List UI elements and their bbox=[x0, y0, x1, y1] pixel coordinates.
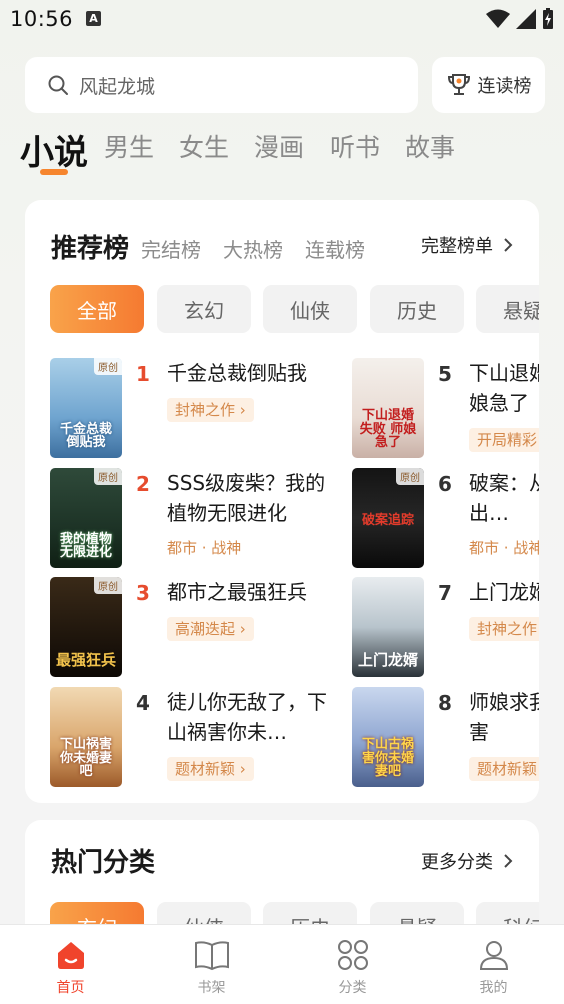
book-item[interactable]: 下山退婚失败 师娘急了 5 下山退婚失败，师娘急了 开局精彩 › bbox=[352, 358, 539, 458]
original-badge: 原创 bbox=[94, 358, 122, 375]
nav-profile-label: 我的 bbox=[479, 980, 508, 996]
book-item[interactable]: 下山祸害你未婚妻吧 4 徒儿你无敌了，下山祸害你未… 题材新颖 › bbox=[50, 687, 350, 787]
hot-categories-title: 热门分类 bbox=[51, 848, 156, 878]
book-tag: 高潮迭起 › bbox=[167, 617, 254, 641]
nav-profile[interactable]: 我的 bbox=[423, 925, 564, 1004]
book-tag-label: 题材新颖 bbox=[477, 760, 538, 778]
status-icons bbox=[486, 8, 554, 30]
search-input[interactable]: 风起龙城 bbox=[25, 57, 418, 113]
book-tag: 封神之作 › bbox=[469, 617, 539, 641]
book-tag-label: 封神之作 bbox=[477, 620, 538, 638]
tab-male[interactable]: 男生 bbox=[104, 128, 154, 164]
book-cover: 原创 破案追踪 bbox=[352, 468, 424, 568]
nav-bookshelf[interactable]: 书架 bbox=[141, 925, 282, 1004]
book-title: SSS级废柴？我的植物无限进化 bbox=[167, 471, 326, 525]
original-badge: 原创 bbox=[94, 577, 122, 594]
cover-title: 最强狂兵 bbox=[55, 651, 116, 670]
original-badge: 原创 bbox=[396, 468, 424, 485]
tab-underline bbox=[40, 169, 68, 175]
cover-title: 下山古祸害你未婚妻吧 bbox=[361, 737, 414, 780]
status-bar: 10:56 A bbox=[0, 0, 564, 40]
book-list: 原创 千金总裁倒贴我 1 千金总裁倒贴我 封神之作 › 原创 我的植物无限进化 … bbox=[25, 200, 539, 803]
rank-number: 8 bbox=[438, 691, 452, 715]
rank-number: 1 bbox=[136, 362, 150, 386]
tab-novel[interactable]: 小说 bbox=[20, 125, 88, 174]
book-title: 破案：从市井捞出… bbox=[469, 471, 539, 525]
book-tag-label: 题材新颖 bbox=[175, 760, 236, 778]
book-tag-label: 高潮迭起 bbox=[175, 620, 236, 638]
cover-title: 上门龙婿 bbox=[357, 651, 418, 670]
tab-comic[interactable]: 漫画 bbox=[254, 128, 304, 164]
chevron-right-icon bbox=[504, 854, 513, 868]
book-item[interactable]: 上门龙婿 7 上门龙婿 封神之作 › bbox=[352, 577, 539, 677]
hot-categories-card: 热门分类 更多分类 玄幻 仙侠 历史 悬疑 科幻 bbox=[25, 820, 539, 940]
book-icon bbox=[194, 941, 229, 971]
nav-category[interactable]: 分类 bbox=[282, 925, 423, 1004]
recommend-card: 推荐榜 完结榜 大热榜 连载榜 完整榜单 全部 玄幻 仙侠 历史 悬疑 原创 千… bbox=[25, 200, 539, 803]
rank-number: 2 bbox=[136, 472, 150, 496]
profile-icon bbox=[479, 941, 508, 970]
nav-home-label: 首页 bbox=[56, 980, 85, 996]
book-title: 千金总裁倒贴我 bbox=[167, 361, 307, 385]
book-cover: 上门龙婿 bbox=[352, 577, 424, 677]
rank-number: 7 bbox=[438, 581, 452, 605]
more-categories-link[interactable]: 更多分类 bbox=[421, 848, 513, 874]
search-icon bbox=[48, 75, 68, 95]
book-item[interactable]: 原创 我的植物无限进化 2 SSS级废柴？我的植物无限进化 都市 · 战神 bbox=[50, 468, 350, 568]
book-cover: 下山退婚失败 师娘急了 bbox=[352, 358, 424, 458]
book-cover: 下山祸害你未婚妻吧 bbox=[50, 687, 122, 787]
notification-icon: A bbox=[86, 11, 101, 26]
book-title: 徒儿你无敌了，下山祸害你未… bbox=[167, 690, 327, 744]
book-tag-label: 封神之作 bbox=[175, 401, 236, 419]
tab-story[interactable]: 故事 bbox=[405, 128, 455, 164]
cover-title: 破案追踪 bbox=[361, 513, 414, 529]
status-time: 10:56 bbox=[10, 7, 74, 31]
book-title: 都市之最强狂兵 bbox=[167, 580, 307, 604]
nav-home[interactable]: 首页 bbox=[0, 925, 141, 1004]
book-item[interactable]: 原创 千金总裁倒贴我 1 千金总裁倒贴我 封神之作 › bbox=[50, 358, 350, 458]
rank-number: 3 bbox=[136, 581, 150, 605]
battery-icon bbox=[543, 8, 553, 29]
book-title: 下山退婚失败，师娘急了 bbox=[469, 361, 539, 415]
book-title: 上门龙婿 bbox=[469, 580, 539, 604]
cover-title: 下山退婚失败 师娘急了 bbox=[359, 408, 417, 451]
book-tag: 题材新颖 › bbox=[469, 757, 539, 781]
rank-number: 6 bbox=[438, 472, 452, 496]
search-placeholder: 风起龙城 bbox=[79, 75, 156, 98]
cover-title: 千金总裁倒贴我 bbox=[59, 421, 112, 451]
trophy-icon bbox=[447, 74, 470, 95]
nav-category-label: 分类 bbox=[338, 980, 367, 996]
rank-button-label: 连读榜 bbox=[477, 76, 532, 97]
continuous-read-rank-button[interactable]: 连读榜 bbox=[432, 57, 545, 113]
tab-audiobook[interactable]: 听书 bbox=[330, 128, 380, 164]
bottom-nav: 首页 书架 分类 我的 bbox=[0, 924, 564, 1004]
book-cover: 原创 我的植物无限进化 bbox=[50, 468, 122, 568]
signal-icon bbox=[516, 9, 536, 29]
rank-number: 4 bbox=[136, 691, 150, 715]
book-tag: 都市 · 战神 bbox=[469, 539, 539, 557]
book-tag: 开局精彩 › bbox=[469, 428, 539, 452]
nav-bookshelf-label: 书架 bbox=[197, 980, 226, 996]
cover-title: 我的植物无限进化 bbox=[59, 531, 112, 561]
book-item[interactable]: 原创 破案追踪 6 破案：从市井捞出… 都市 · 战神 bbox=[352, 468, 539, 568]
book-tag: 都市 · 战神 bbox=[167, 539, 242, 557]
tab-female[interactable]: 女生 bbox=[179, 128, 229, 164]
rank-number: 5 bbox=[438, 362, 452, 386]
cover-title: 下山祸害你未婚妻吧 bbox=[59, 737, 112, 780]
category-icon bbox=[337, 940, 368, 970]
book-cover: 下山古祸害你未婚妻吧 bbox=[352, 687, 424, 787]
original-badge: 原创 bbox=[94, 468, 122, 485]
book-tag: 题材新颖 › bbox=[167, 757, 254, 781]
book-title: 师娘求我下山去祸害 bbox=[469, 690, 539, 744]
wifi-icon bbox=[486, 9, 510, 28]
book-tag: 封神之作 › bbox=[167, 398, 254, 422]
book-cover: 原创 最强狂兵 bbox=[50, 577, 122, 677]
book-cover: 原创 千金总裁倒贴我 bbox=[50, 358, 122, 458]
home-icon bbox=[57, 942, 84, 969]
book-tag-label: 开局精彩 bbox=[477, 431, 538, 449]
book-item[interactable]: 原创 最强狂兵 3 都市之最强狂兵 高潮迭起 › bbox=[50, 577, 350, 677]
more-categories-label: 更多分类 bbox=[421, 852, 493, 873]
book-item[interactable]: 下山古祸害你未婚妻吧 8 师娘求我下山去祸害 题材新颖 › bbox=[352, 687, 539, 787]
